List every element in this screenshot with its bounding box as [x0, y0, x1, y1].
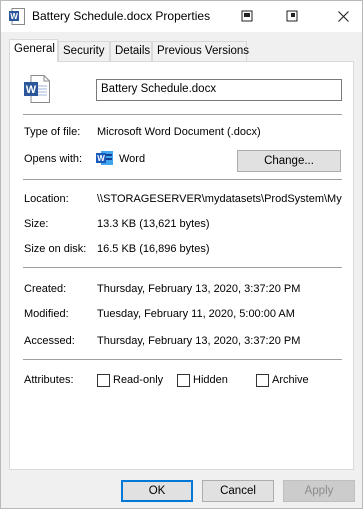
close-icon — [337, 10, 349, 22]
archive-checkbox[interactable] — [256, 374, 269, 387]
location-value: \\STORAGESERVER\mydatasets\ProdSystem\My — [97, 193, 342, 205]
type-of-file-value: Microsoft Word Document (.docx) — [97, 126, 261, 138]
titlebar-tool-icon-2[interactable] — [281, 5, 303, 27]
general-panel: W Battery Schedule.docx Type of file: Mi… — [9, 61, 354, 470]
attributes-label: Attributes: — [24, 374, 74, 386]
word-document-icon: W — [9, 8, 25, 25]
title-bar: W Battery Schedule.docx Properties — [1, 1, 362, 32]
divider — [23, 179, 342, 180]
tab-security[interactable]: Security — [58, 41, 110, 61]
created-value: Thursday, February 13, 2020, 3:37:20 PM — [97, 283, 301, 295]
opens-with-label: Opens with: — [24, 153, 83, 165]
titlebar-tool-icon-1[interactable] — [236, 5, 258, 27]
divider — [23, 267, 342, 268]
cancel-button[interactable]: Cancel — [202, 480, 274, 502]
svg-text:W: W — [97, 154, 105, 163]
word-app-icon: W — [96, 151, 113, 165]
modified-value: Tuesday, February 11, 2020, 5:00:00 AM — [97, 308, 295, 320]
window-title: Battery Schedule.docx Properties — [32, 9, 211, 23]
opens-with-app-name: Word — [119, 153, 146, 165]
modified-label: Modified: — [24, 308, 69, 320]
file-name-input[interactable]: Battery Schedule.docx — [96, 79, 342, 101]
type-of-file-label: Type of file: — [24, 126, 81, 138]
accessed-label: Accessed: — [24, 335, 75, 347]
ok-button[interactable]: OK — [121, 480, 193, 502]
archive-label: Archive — [272, 374, 309, 386]
created-label: Created: — [24, 283, 67, 295]
svg-text:W: W — [26, 84, 37, 96]
properties-dialog: W Battery Schedule.docx Properties Gener… — [0, 0, 363, 509]
window-icon — [286, 10, 298, 22]
size-value: 13.3 KB (13,621 bytes) — [97, 218, 210, 230]
hidden-label: Hidden — [193, 374, 228, 386]
location-label: Location: — [24, 193, 69, 205]
readonly-checkbox[interactable] — [97, 374, 110, 387]
divider — [23, 359, 342, 360]
tab-general[interactable]: General — [9, 39, 58, 62]
panel-icon — [241, 10, 253, 22]
size-on-disk-value: 16.5 KB (16,896 bytes) — [97, 243, 210, 255]
readonly-label: Read-only — [113, 374, 164, 386]
tab-previous-versions[interactable]: Previous Versions — [152, 41, 249, 61]
tab-details[interactable]: Details — [110, 41, 152, 61]
change-button[interactable]: Change... — [237, 150, 341, 172]
accessed-value: Thursday, February 13, 2020, 3:37:20 PM — [97, 335, 301, 347]
close-button[interactable] — [332, 5, 354, 27]
word-file-icon: W — [24, 75, 50, 103]
size-label: Size: — [24, 218, 49, 230]
svg-text:W: W — [10, 12, 18, 21]
divider — [23, 114, 342, 115]
hidden-checkbox[interactable] — [177, 374, 190, 387]
size-on-disk-label: Size on disk: — [24, 243, 87, 255]
apply-button[interactable]: Apply — [283, 480, 355, 502]
